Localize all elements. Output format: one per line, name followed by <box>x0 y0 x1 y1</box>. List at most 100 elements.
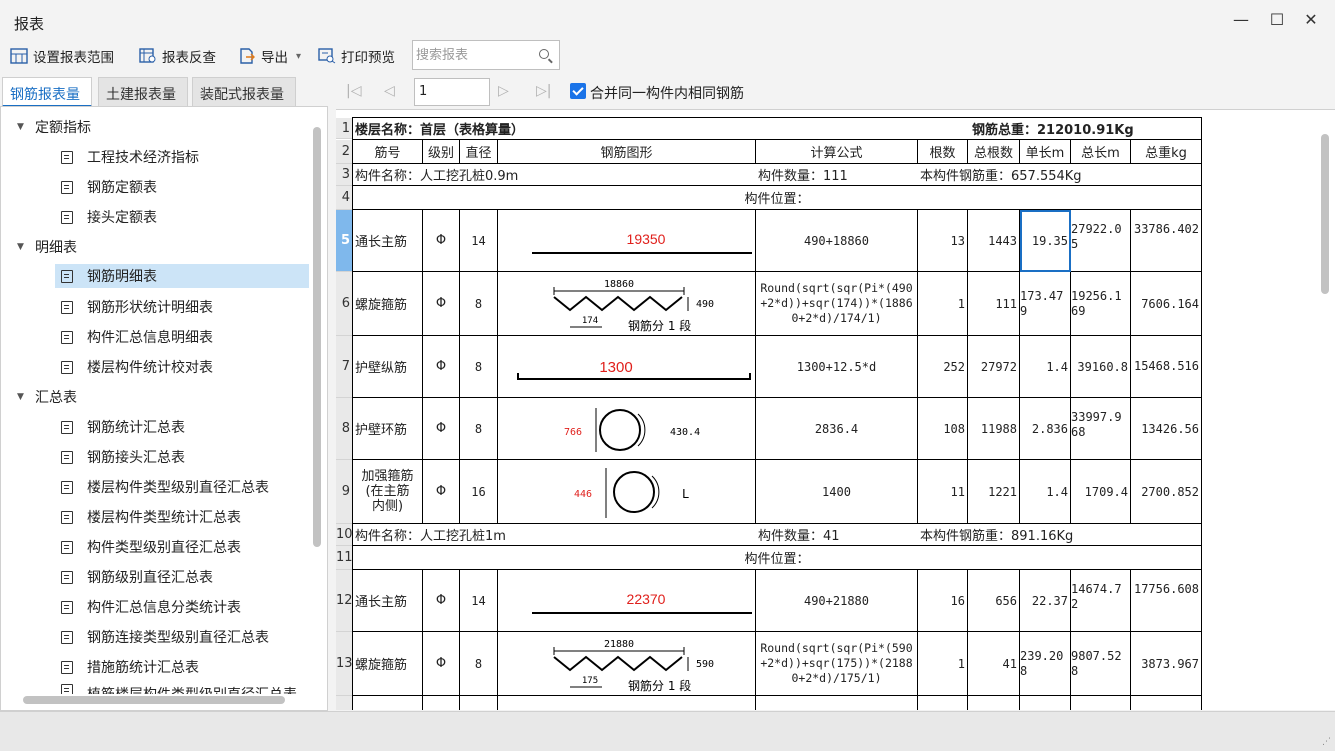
total-weight-cell[interactable]: 15468.516 <box>1131 336 1202 398</box>
row-number[interactable]: 12 <box>336 570 353 632</box>
formula-cell[interactable]: 1400 <box>756 460 918 524</box>
total-weight-cell[interactable]: 33786.402 <box>1131 210 1202 272</box>
shape-cell[interactable]: 446 L <box>498 460 756 524</box>
tree-item[interactable]: 楼层构件类型级别直径汇总表 <box>61 475 269 499</box>
next-page-icon[interactable]: ▷ <box>498 83 514 101</box>
tree-item[interactable]: 接头定额表 <box>61 205 157 229</box>
formula-cell[interactable]: Round(sqrt(sqr(Pi*(590+2*d))+sqr(175))*(… <box>756 632 918 696</box>
maximize-button[interactable]: ☐ <box>1262 10 1292 34</box>
unit-length-cell-selected[interactable]: 19.35 <box>1020 210 1071 272</box>
shape-cell[interactable]: 22370 <box>498 570 756 632</box>
component-position-cell[interactable]: 构件位置： <box>353 546 1202 570</box>
count-cell[interactable]: 1 <box>918 632 968 696</box>
bar-name-cell[interactable]: 螺旋箍筋 <box>353 632 423 696</box>
row-number[interactable]: 6 <box>336 272 352 336</box>
row-number[interactable]: 1 <box>336 118 352 139</box>
header-grade[interactable]: 级别 <box>423 140 460 164</box>
header-diameter[interactable]: 直径 <box>460 140 498 164</box>
bar-name-cell[interactable]: 螺旋箍筋 <box>353 272 423 336</box>
table-cell[interactable] <box>1131 696 1202 710</box>
tree-item[interactable]: 构件汇总信息明细表 <box>61 325 213 349</box>
row-number[interactable] <box>336 696 352 710</box>
table-cell[interactable] <box>498 696 756 710</box>
unit-length-cell[interactable]: 22.37 <box>1020 570 1071 632</box>
total-count-cell[interactable]: 1443 <box>968 210 1020 272</box>
sheet-vertical-scrollbar[interactable] <box>1321 134 1329 294</box>
diameter-cell[interactable]: 8 <box>460 336 498 398</box>
row-number[interactable]: 3 <box>336 164 352 186</box>
unit-length-cell[interactable]: 239.208 <box>1020 632 1071 696</box>
header-count[interactable]: 根数 <box>918 140 968 164</box>
component-weight-cell[interactable]: 本构件钢筋重：891.16Kg <box>918 524 1202 546</box>
grade-cell[interactable]: Φ <box>423 398 460 460</box>
total-length-cell[interactable]: 27922.05 <box>1071 210 1131 272</box>
tree-group-summary[interactable]: ▼ 汇总表 <box>17 385 77 409</box>
tree-item[interactable]: 钢筋定额表 <box>61 175 157 199</box>
row-number[interactable]: 8 <box>336 398 352 460</box>
last-page-icon[interactable]: ▷| <box>536 83 552 101</box>
grade-cell[interactable]: Φ <box>423 570 460 632</box>
header-formula[interactable]: 计算公式 <box>756 140 918 164</box>
header-shape[interactable]: 钢筋图形 <box>498 140 756 164</box>
formula-cell[interactable]: Round(sqrt(sqr(Pi*(490+2*d))+sqr(174))*(… <box>756 272 918 336</box>
table-cell[interactable] <box>460 696 498 710</box>
search-icon[interactable] <box>539 49 549 59</box>
search-input[interactable] <box>416 42 534 68</box>
unit-length-cell[interactable]: 1.4 <box>1020 460 1071 524</box>
total-count-cell[interactable]: 11988 <box>968 398 1020 460</box>
resize-grip-icon[interactable]: ⋰ <box>1322 737 1331 747</box>
component-weight-cell[interactable]: 本构件钢筋重：657.554Kg <box>918 164 1202 186</box>
tree-group-detail[interactable]: ▼ 明细表 <box>17 235 77 259</box>
count-cell[interactable]: 252 <box>918 336 968 398</box>
total-length-cell[interactable]: 33997.968 <box>1071 398 1131 460</box>
grade-cell[interactable]: Φ <box>423 272 460 336</box>
caret-down-icon[interactable]: ▼ <box>17 392 27 402</box>
tree-item[interactable]: 植筋楼层构件类型级别直径汇总表 <box>61 684 297 694</box>
row-number[interactable]: 4 <box>336 186 352 210</box>
header-total-length[interactable]: 总长m <box>1071 140 1131 164</box>
tree-item[interactable]: 工程技术经济指标 <box>61 145 199 169</box>
tree-vertical-scrollbar[interactable] <box>313 127 321 547</box>
total-weight-cell[interactable]: 13426.56 <box>1131 398 1202 460</box>
set-range-button[interactable]: 设置报表范围 <box>10 45 114 67</box>
shape-cell[interactable]: 1300 <box>498 336 756 398</box>
export-dropdown-icon[interactable]: ▾ <box>296 51 301 62</box>
row-number[interactable]: 2 <box>336 140 352 164</box>
header-total-count[interactable]: 总根数 <box>968 140 1020 164</box>
header-bar-no[interactable]: 筋号 <box>353 140 423 164</box>
row-number[interactable]: 9 <box>336 460 352 524</box>
diameter-cell[interactable]: 8 <box>460 398 498 460</box>
export-button[interactable]: 导出 ▾ <box>238 45 301 67</box>
unit-length-cell[interactable]: 1.4 <box>1020 336 1071 398</box>
grade-cell[interactable]: Φ <box>423 632 460 696</box>
diameter-cell[interactable]: 14 <box>460 570 498 632</box>
caret-down-icon[interactable]: ▼ <box>17 122 27 132</box>
total-count-cell[interactable]: 111 <box>968 272 1020 336</box>
close-button[interactable]: ✕ <box>1296 10 1326 34</box>
shape-cell[interactable]: 21880 590 175 钢筋分 1 段 <box>498 632 756 696</box>
header-total-weight[interactable]: 总重kg <box>1131 140 1202 164</box>
tree-item[interactable]: 措施筋统计汇总表 <box>61 655 199 679</box>
tree-group-quota[interactable]: ▼ 定额指标 <box>17 115 91 139</box>
row-number[interactable]: 7 <box>336 336 352 398</box>
total-count-cell[interactable]: 41 <box>968 632 1020 696</box>
shape-cell[interactable]: 18860 490 174 钢筋分 1 段 <box>498 272 756 336</box>
total-count-cell[interactable]: 1221 <box>968 460 1020 524</box>
count-cell[interactable]: 1 <box>918 272 968 336</box>
tree-item[interactable]: 钢筋统计汇总表 <box>61 415 185 439</box>
total-weight-cell[interactable]: 2700.852 <box>1131 460 1202 524</box>
total-count-cell[interactable]: 27972 <box>968 336 1020 398</box>
count-cell[interactable]: 13 <box>918 210 968 272</box>
unit-length-cell[interactable]: 2.836 <box>1020 398 1071 460</box>
tab-civil-report[interactable]: 土建报表量 <box>98 77 188 107</box>
diameter-cell[interactable]: 8 <box>460 272 498 336</box>
tree-item[interactable]: 楼层构件统计校对表 <box>61 355 213 379</box>
table-cell[interactable] <box>423 696 460 710</box>
table-cell[interactable] <box>756 696 918 710</box>
merge-rebar-checkbox[interactable] <box>570 83 586 99</box>
header-unit-length[interactable]: 单长m <box>1020 140 1071 164</box>
diameter-cell[interactable]: 14 <box>460 210 498 272</box>
table-cell[interactable] <box>918 696 968 710</box>
shape-cell[interactable]: 766 430.4 <box>498 398 756 460</box>
total-rebar-weight-cell[interactable]: 钢筋总重：212010.91Kg <box>970 118 1202 140</box>
